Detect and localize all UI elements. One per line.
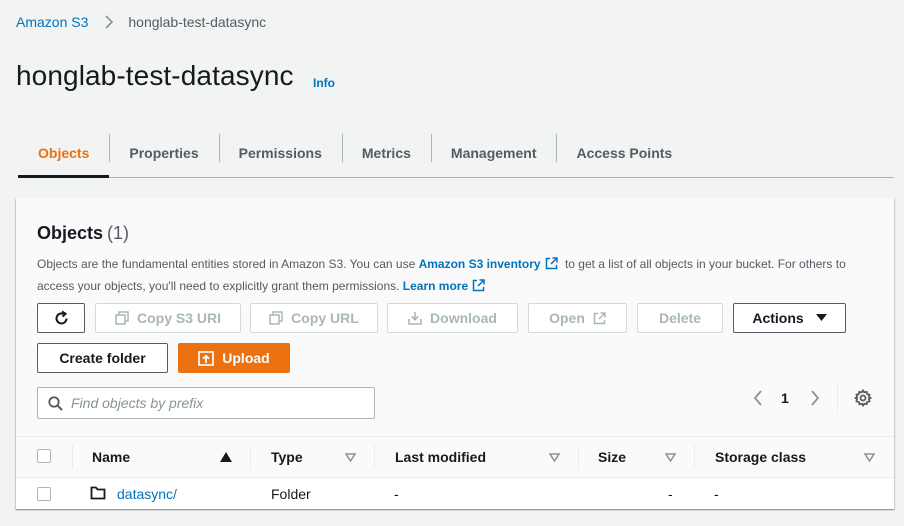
external-link-icon (593, 311, 606, 325)
copy-s3-uri-button[interactable]: Copy S3 URI (95, 303, 241, 333)
tab-label: Management (450, 144, 537, 161)
tab-permissions[interactable]: Permissions (218, 128, 342, 177)
object-name-link[interactable]: datasync/ (117, 478, 177, 509)
column-label: Storage class (715, 449, 807, 465)
sort-caret-icon[interactable] (548, 451, 560, 463)
download-label: Download (430, 310, 497, 326)
column-divider (72, 445, 73, 469)
tab-label: Metrics (361, 144, 411, 161)
copy-url-button[interactable]: Copy URL (250, 303, 378, 333)
external-link-icon (545, 256, 558, 276)
column-label: Type (271, 449, 303, 465)
caret-down-icon (815, 314, 827, 322)
column-type-header[interactable]: Type (271, 437, 303, 477)
open-button[interactable]: Open (528, 303, 627, 333)
actions-label: Actions (752, 310, 804, 326)
gear-icon (854, 389, 872, 407)
previous-page-button[interactable] (750, 389, 766, 407)
s3-inventory-link[interactable]: Amazon S3 inventory (419, 257, 541, 271)
objects-heading: Objects (1) (37, 223, 129, 244)
object-storage-class: - (714, 485, 719, 502)
current-page-number[interactable]: 1 (781, 390, 789, 406)
tab-management[interactable]: Management (430, 128, 557, 177)
next-page-button[interactable] (807, 389, 823, 407)
download-icon (408, 311, 422, 325)
delete-button[interactable]: Delete (637, 303, 723, 333)
chevron-left-icon (753, 390, 763, 406)
column-divider (694, 445, 695, 469)
column-label: Name (92, 449, 131, 465)
copy-icon (115, 311, 129, 325)
tab-label: Permissions (238, 144, 322, 161)
objects-table: Name Type Last modified Size Storage cla… (16, 436, 894, 509)
search-icon (48, 395, 63, 411)
tab-metrics[interactable]: Metrics (341, 128, 431, 177)
breadcrumb-amazon-s3[interactable]: Amazon S3 (16, 14, 88, 30)
tab-properties[interactable]: Properties (109, 128, 218, 177)
column-size-header[interactable]: Size (598, 437, 626, 477)
table-row[interactable]: datasync/ Folder - - - (16, 478, 894, 509)
chevron-right-icon (102, 15, 116, 29)
sort-ascending-icon[interactable] (220, 451, 232, 463)
learn-more-link[interactable]: Learn more (403, 279, 468, 293)
page-title: honglab-test-datasync (16, 60, 294, 91)
column-last-modified-header[interactable]: Last modified (395, 437, 486, 477)
column-label: Last modified (395, 449, 487, 465)
copy-s3-uri-label: Copy S3 URI (136, 310, 221, 326)
column-storage-class-header[interactable]: Storage class (715, 437, 806, 477)
folder-icon (90, 486, 106, 500)
copy-url-label: Copy URL (291, 310, 359, 326)
table-header: Name Type Last modified Size Storage cla… (16, 436, 894, 478)
upload-icon (198, 350, 215, 366)
sort-caret-icon[interactable] (344, 451, 356, 463)
actions-dropdown[interactable]: Actions (733, 303, 846, 333)
tab-label: Access Points (576, 144, 673, 161)
tab-objects[interactable]: Objects (18, 128, 110, 178)
delete-label: Delete (658, 310, 702, 326)
refresh-button[interactable] (37, 303, 85, 333)
download-button[interactable]: Download (387, 303, 518, 333)
object-last-modified: - (394, 485, 399, 502)
tab-bar: Objects Properties Permissions Metrics M… (18, 128, 894, 178)
object-size: - (668, 485, 673, 502)
tab-label: Objects (38, 144, 90, 161)
sort-caret-icon[interactable] (664, 451, 676, 463)
column-divider (374, 445, 375, 469)
info-link[interactable]: Info (313, 76, 335, 90)
select-all-checkbox[interactable] (37, 449, 51, 463)
pagination-divider (837, 384, 838, 412)
objects-title: Objects (37, 223, 104, 243)
sort-caret-icon[interactable] (863, 451, 875, 463)
column-divider (250, 445, 251, 469)
upload-button[interactable]: Upload (178, 343, 290, 373)
desc-text-1: Objects are the fundamental entities sto… (37, 257, 419, 271)
tab-access-points[interactable]: Access Points (556, 128, 692, 177)
column-label: Size (598, 449, 627, 465)
open-label: Open (549, 310, 585, 326)
chevron-right-icon (810, 390, 820, 406)
objects-panel: Objects (1) Objects are the fundamental e… (16, 198, 894, 509)
object-type: Folder (271, 485, 311, 502)
tab-label: Properties (129, 144, 199, 161)
search-box (37, 387, 375, 419)
objects-count: (1) (107, 223, 130, 243)
breadcrumb-current: honglab-test-datasync (128, 14, 267, 30)
preferences-button[interactable] (854, 389, 872, 407)
column-divider (578, 445, 579, 469)
external-link-icon (472, 278, 485, 298)
refresh-icon (53, 310, 70, 327)
objects-description: Objects are the fundamental entities sto… (37, 254, 877, 298)
create-folder-label: Create folder (59, 350, 146, 366)
search-input[interactable] (71, 395, 361, 411)
upload-label: Upload (222, 350, 270, 366)
row-checkbox[interactable] (37, 487, 51, 501)
column-name-header[interactable]: Name (92, 437, 130, 477)
copy-icon (269, 311, 283, 325)
create-folder-button[interactable]: Create folder (37, 343, 168, 373)
breadcrumb: Amazon S3 honglab-test-datasync (16, 14, 266, 30)
